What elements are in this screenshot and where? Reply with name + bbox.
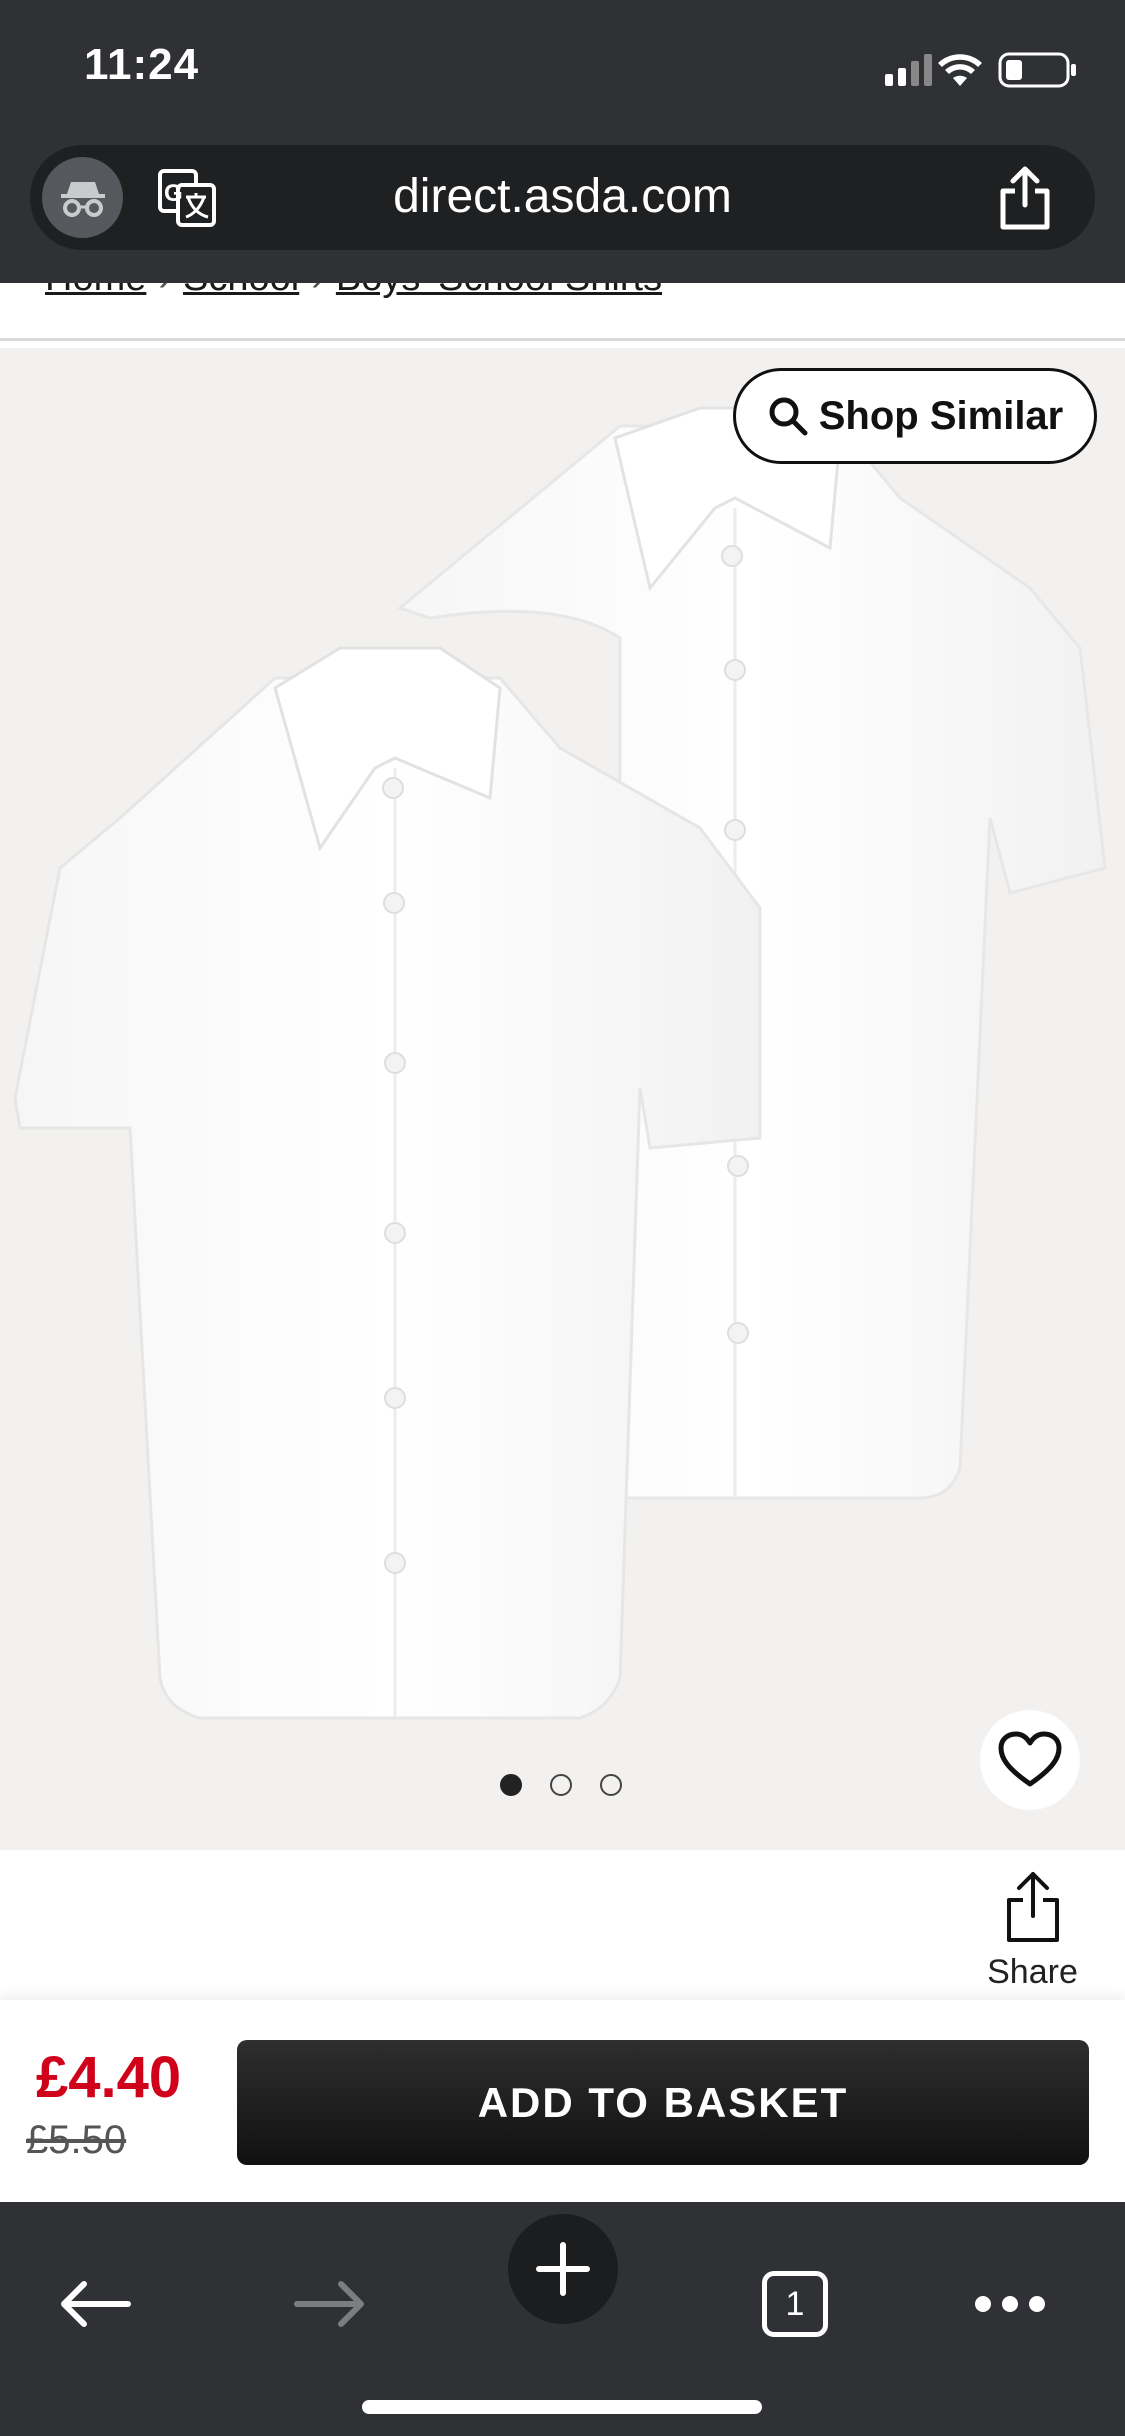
browser-bottom-toolbar: 1	[0, 2202, 1125, 2436]
breadcrumb-school[interactable]: School	[183, 283, 299, 299]
add-to-basket-button[interactable]: ADD TO BASKET	[237, 2040, 1089, 2165]
image-dot-1[interactable]	[500, 1774, 522, 1796]
tabs-button[interactable]: 1	[755, 2264, 835, 2344]
sticky-buy-bar: £4.40 £5.50 ADD TO BASKET	[0, 2000, 1125, 2202]
heart-icon	[998, 1731, 1062, 1787]
image-dot-3[interactable]	[600, 1774, 622, 1796]
new-tab-button[interactable]	[508, 2214, 618, 2324]
share-label: Share	[987, 1953, 1078, 1991]
address-bar[interactable]: G direct.asda.com	[30, 145, 1095, 250]
arrow-left-icon	[61, 2281, 131, 2327]
product-actions-row: Share	[0, 1850, 1125, 2002]
url-text[interactable]: direct.asda.com	[30, 169, 1095, 224]
current-price: £4.40	[36, 2045, 182, 2110]
more-dots-icon	[975, 2296, 1045, 2312]
more-menu-button[interactable]	[965, 2264, 1055, 2344]
status-icons	[885, 52, 1076, 88]
shop-similar-button[interactable]: Shop Similar	[733, 368, 1097, 464]
was-price: £5.50	[26, 2118, 127, 2162]
browser-top-chrome: 11:24 G direct.asda.com	[0, 0, 1125, 283]
product-share-button[interactable]: Share	[985, 1870, 1080, 1992]
back-button[interactable]	[55, 2264, 135, 2344]
tab-count: 1	[762, 2271, 828, 2337]
plus-icon	[536, 2242, 590, 2296]
wifi-icon	[938, 54, 982, 86]
status-time: 11:24	[84, 40, 200, 89]
chevron-right-icon: ›	[311, 283, 324, 299]
wishlist-button[interactable]	[980, 1710, 1080, 1810]
share-icon	[1006, 1872, 1059, 1942]
breadcrumb-home[interactable]: Home	[45, 283, 146, 299]
home-indicator[interactable]	[362, 2400, 762, 2414]
browser-share-icon[interactable]	[995, 165, 1055, 231]
forward-button[interactable]	[290, 2264, 370, 2344]
breadcrumb-boys-school-shirts[interactable]: Boys' School Shirts	[336, 283, 662, 299]
chevron-right-icon: ›	[158, 283, 171, 299]
product-image-gallery[interactable]: Shop Similar	[0, 348, 1125, 1850]
breadcrumb: Home › School › Boys' School Shirts	[0, 283, 1125, 341]
cellular-signal-icon	[885, 54, 932, 86]
battery-icon	[998, 52, 1076, 88]
product-image	[13, 406, 1107, 1720]
arrow-right-icon	[294, 2281, 364, 2327]
shop-similar-label: Shop Similar	[818, 393, 1064, 438]
search-icon	[769, 397, 808, 436]
image-pagination-dots	[500, 1774, 630, 1802]
image-dot-2[interactable]	[550, 1774, 572, 1796]
